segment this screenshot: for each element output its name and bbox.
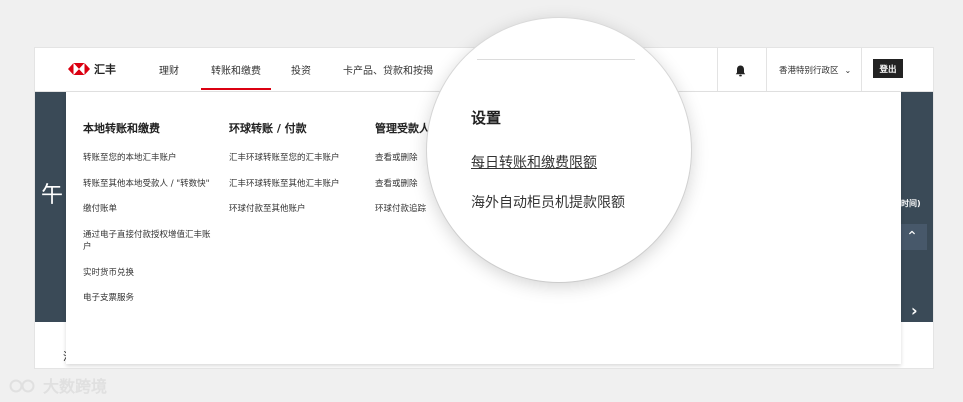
column-title: 本地转账和缴费	[83, 122, 160, 135]
watermark: 大数跨境	[9, 373, 107, 397]
brand-logo[interactable]: 汇丰	[68, 61, 116, 77]
region-label: 香港特别行政区	[779, 66, 839, 76]
nav-item-cards-loans[interactable]: 卡产品、贷款和按揭	[343, 62, 433, 77]
brand-name: 汇丰	[94, 63, 116, 76]
hero-right-text: 时间)	[901, 199, 921, 208]
menu-link[interactable]: 通过电子直接付款授权增值汇丰账户	[83, 229, 213, 254]
nav-item-wealth[interactable]: 理财	[159, 62, 179, 77]
nav-divider	[861, 48, 862, 91]
nav-item-invest[interactable]: 投资	[291, 62, 311, 77]
hero-text: 午	[41, 183, 64, 208]
chevron-right-icon[interactable]: ›	[911, 301, 918, 320]
bell-icon[interactable]	[735, 62, 746, 81]
menu-column-local: 本地转账和缴费 转账至您的本地汇丰账户 转账至其他本地受款人 / "转数快" 缴…	[83, 120, 213, 318]
divider	[477, 59, 635, 60]
menu-link[interactable]: 汇丰环球转账至您的汇丰账户	[229, 152, 357, 165]
atm-limit-link[interactable]: 海外自动柜员机提款限额	[471, 192, 625, 212]
menu-link[interactable]: 电子支票服务	[83, 292, 213, 305]
chevron-up-icon[interactable]: ⌃	[897, 224, 927, 250]
region-selector[interactable]: 香港特别行政区 ⌄	[779, 64, 851, 76]
column-title: 环球转账 / 付款	[229, 122, 307, 135]
hexagon-logo-icon	[68, 63, 90, 75]
menu-link[interactable]: 转账至您的本地汇丰账户	[83, 152, 213, 165]
menu-link[interactable]: 汇丰环球转账至其他汇丰账户	[229, 178, 357, 191]
watermark-logo-icon	[9, 379, 35, 393]
logout-button[interactable]: 登出	[873, 59, 903, 78]
settings-title: 设置	[471, 109, 502, 127]
chevron-down-icon: ⌄	[844, 66, 852, 75]
nav-divider	[766, 48, 767, 91]
menu-link[interactable]: 缴付账单	[83, 203, 213, 216]
menu-link[interactable]: 环球付款至其他账户	[229, 203, 357, 216]
watermark-text: 大数跨境	[43, 377, 108, 396]
nav-item-transfers[interactable]: 转账和缴费	[201, 62, 271, 90]
magnifier-callout: 设置 每日转账和缴费限额 海外自动柜员机提款限额	[427, 18, 691, 282]
nav-divider	[717, 48, 718, 91]
menu-link[interactable]: 转账至其他本地受款人 / "转数快"	[83, 178, 213, 191]
daily-limit-link[interactable]: 每日转账和缴费限额	[471, 152, 597, 172]
menu-column-global: 环球转账 / 付款 汇丰环球转账至您的汇丰账户 汇丰环球转账至其他汇丰账户 环球…	[229, 120, 357, 229]
menu-link[interactable]: 实时货币兑换	[83, 267, 213, 280]
